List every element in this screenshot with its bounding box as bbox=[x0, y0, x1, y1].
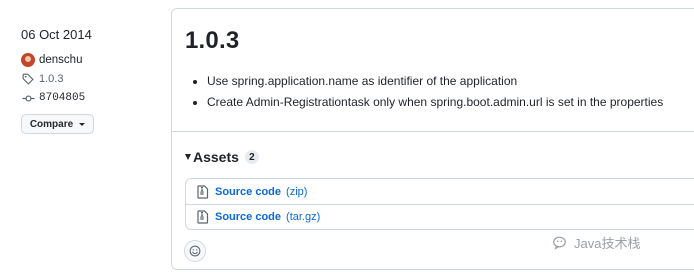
release-tag[interactable]: 1.0.3 bbox=[21, 71, 161, 87]
asset-row[interactable]: Source code (zip) bbox=[186, 179, 694, 204]
commit-icon bbox=[21, 91, 35, 105]
assets-toggle[interactable]: Assets 2 bbox=[185, 149, 259, 165]
release-meta: 06 Oct 2014 denschu 1.0.3 8704805 Compar… bbox=[21, 27, 161, 134]
assets-label[interactable]: Assets bbox=[193, 149, 239, 165]
file-zip-icon bbox=[197, 184, 209, 199]
watermark-text: Java技术栈 bbox=[574, 236, 641, 251]
compare-label: Compare bbox=[29, 118, 74, 130]
smiley-icon bbox=[189, 245, 201, 257]
list-item: Use spring.application.name as identifie… bbox=[190, 71, 663, 92]
compare-button[interactable]: Compare bbox=[21, 114, 94, 134]
add-reaction-button[interactable] bbox=[184, 240, 206, 262]
commit-sha[interactable]: 8704805 bbox=[39, 92, 85, 104]
asset-row[interactable]: Source code (tar.gz) bbox=[186, 204, 694, 229]
release-author[interactable]: denschu bbox=[21, 52, 161, 68]
asset-name[interactable]: Source code bbox=[215, 186, 281, 198]
author-name[interactable]: denschu bbox=[39, 54, 82, 66]
chevron-down-icon bbox=[79, 122, 86, 126]
watermark: Java技术栈 bbox=[553, 233, 640, 252]
triangle-down-icon bbox=[185, 154, 191, 160]
avatar[interactable] bbox=[21, 53, 35, 67]
divider bbox=[172, 131, 694, 132]
release-card: 1.0.3 Use spring.application.name as ide… bbox=[171, 8, 694, 270]
list-item: Create Admin-Registrationtask only when … bbox=[190, 92, 663, 113]
asset-ext[interactable]: (tar.gz) bbox=[286, 211, 320, 223]
release-notes: Use spring.application.name as identifie… bbox=[190, 71, 663, 113]
assets-count-badge: 2 bbox=[244, 150, 259, 164]
release-title[interactable]: 1.0.3 bbox=[185, 27, 239, 55]
file-zip-icon bbox=[197, 210, 209, 224]
tag-icon bbox=[21, 72, 35, 86]
asset-ext[interactable]: (zip) bbox=[286, 186, 307, 198]
asset-list: Source code (zip) Source code (tar.gz) bbox=[185, 178, 694, 230]
tag-label[interactable]: 1.0.3 bbox=[39, 73, 63, 85]
release-date: 06 Oct 2014 bbox=[21, 27, 92, 42]
wechat-icon bbox=[553, 236, 566, 250]
release-commit[interactable]: 8704805 bbox=[21, 90, 161, 106]
asset-name[interactable]: Source code bbox=[215, 211, 281, 223]
